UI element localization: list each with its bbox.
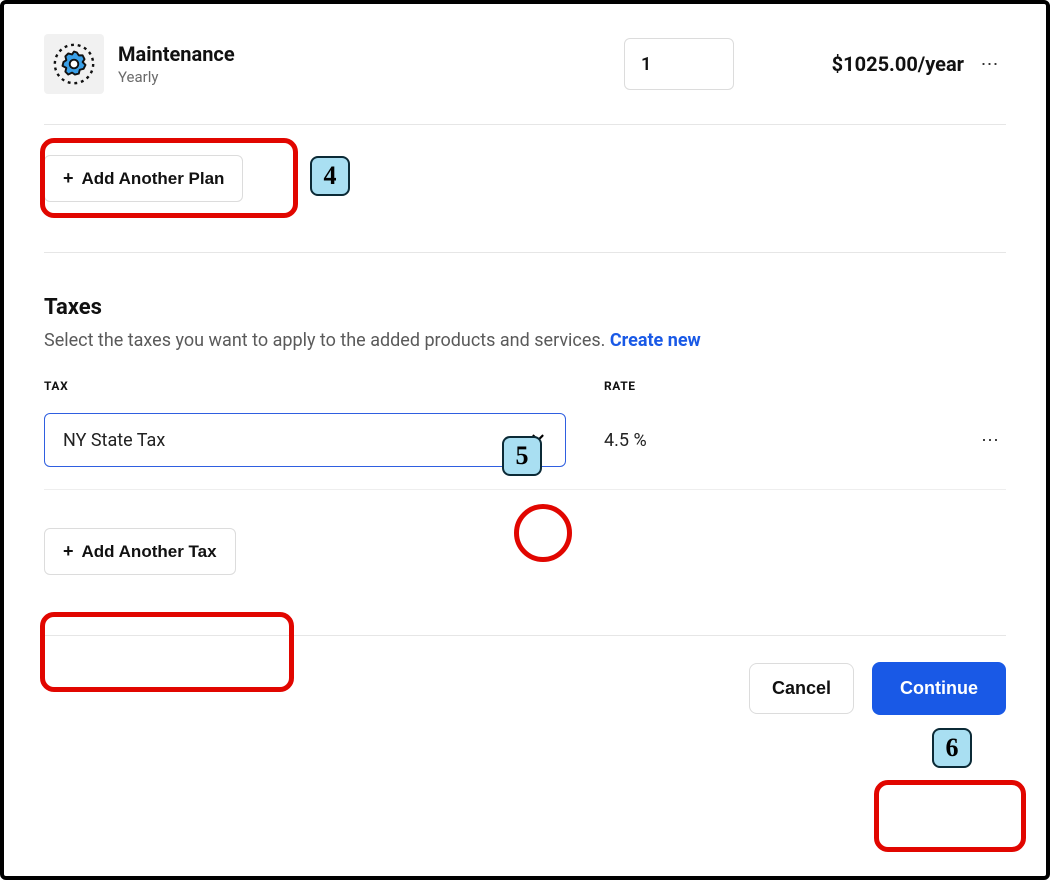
plan-more-button[interactable]: ⋯	[974, 54, 1006, 75]
taxes-heading: Taxes	[44, 295, 1006, 320]
annotation-ring-continue	[874, 780, 1026, 852]
content-inner: Maintenance Yearly 1 $1025.00/year ⋯ + A…	[4, 4, 1046, 745]
add-tax-section: + Add Another Tax	[44, 490, 1006, 615]
add-plan-label: Add Another Plan	[82, 169, 225, 189]
plan-title: Maintenance	[118, 42, 235, 66]
tax-table-headers: TAX RATE	[44, 379, 1006, 393]
continue-button[interactable]: Continue	[872, 662, 1006, 715]
cancel-button[interactable]: Cancel	[749, 663, 854, 714]
plan-row: Maintenance Yearly 1 $1025.00/year ⋯	[44, 24, 1006, 124]
app-frame: Maintenance Yearly 1 $1025.00/year ⋯ + A…	[0, 0, 1050, 880]
footer: Cancel Continue	[44, 635, 1006, 725]
plus-icon: +	[63, 168, 74, 189]
add-another-tax-button[interactable]: + Add Another Tax	[44, 528, 236, 575]
tax-rate-value: 4.5 %	[566, 430, 647, 451]
plus-icon: +	[63, 541, 74, 562]
taxes-description-text: Select the taxes you want to apply to th…	[44, 330, 610, 351]
tax-row-more-button[interactable]: ⋯	[981, 430, 1006, 451]
tax-header-rate: RATE	[584, 379, 1006, 393]
plan-price: $1025.00/year	[764, 52, 964, 76]
add-another-plan-button[interactable]: + Add Another Plan	[44, 155, 243, 202]
chevron-down-icon	[529, 429, 547, 451]
add-tax-label: Add Another Tax	[82, 542, 217, 562]
plan-quantity-value: 1	[641, 54, 651, 75]
plan-subtitle: Yearly	[118, 68, 235, 86]
taxes-description: Select the taxes you want to apply to th…	[44, 330, 1006, 351]
taxes-section: Taxes Select the taxes you want to apply…	[44, 253, 1006, 635]
plan-quantity-input[interactable]: 1	[624, 38, 734, 90]
plan-icon-wrap	[44, 34, 104, 94]
gear-icon	[51, 41, 97, 87]
tax-row: NY State Tax 4.5 % ⋯	[44, 413, 1006, 490]
plan-text: Maintenance Yearly	[118, 42, 235, 86]
add-plan-section: + Add Another Plan	[44, 125, 1006, 252]
tax-select-value: NY State Tax	[63, 430, 165, 451]
tax-header-tax: TAX	[44, 379, 584, 393]
create-new-tax-link[interactable]: Create new	[610, 330, 701, 351]
tax-select[interactable]: NY State Tax	[44, 413, 566, 467]
